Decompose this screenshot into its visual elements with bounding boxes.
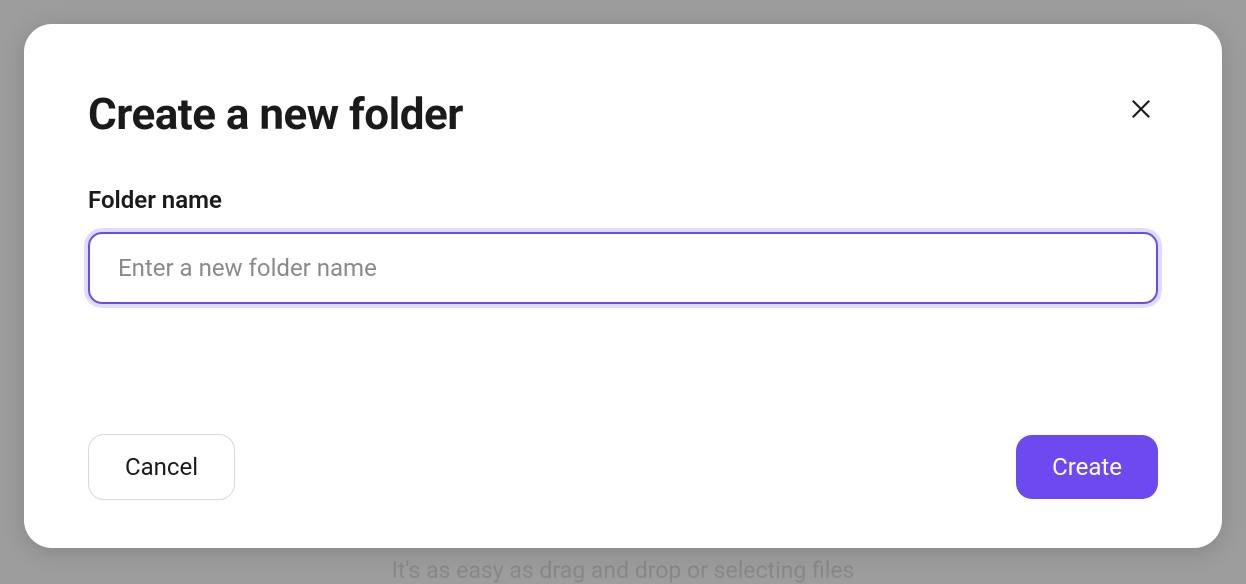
backdrop-hint-text: It's as easy as drag and drop or selecti… xyxy=(392,557,855,584)
modal-title: Create a new folder xyxy=(88,88,463,140)
cancel-button[interactable]: Cancel xyxy=(88,434,235,500)
close-button[interactable] xyxy=(1124,92,1158,126)
modal-footer: Cancel Create xyxy=(88,434,1158,500)
input-wrapper xyxy=(88,232,1158,304)
close-icon xyxy=(1128,96,1154,122)
folder-name-input[interactable] xyxy=(88,232,1158,304)
modal-header: Create a new folder xyxy=(88,88,1158,140)
create-button[interactable]: Create xyxy=(1016,435,1158,499)
create-folder-modal: Create a new folder Folder name Cancel C… xyxy=(24,24,1222,548)
folder-name-label: Folder name xyxy=(88,186,1158,214)
